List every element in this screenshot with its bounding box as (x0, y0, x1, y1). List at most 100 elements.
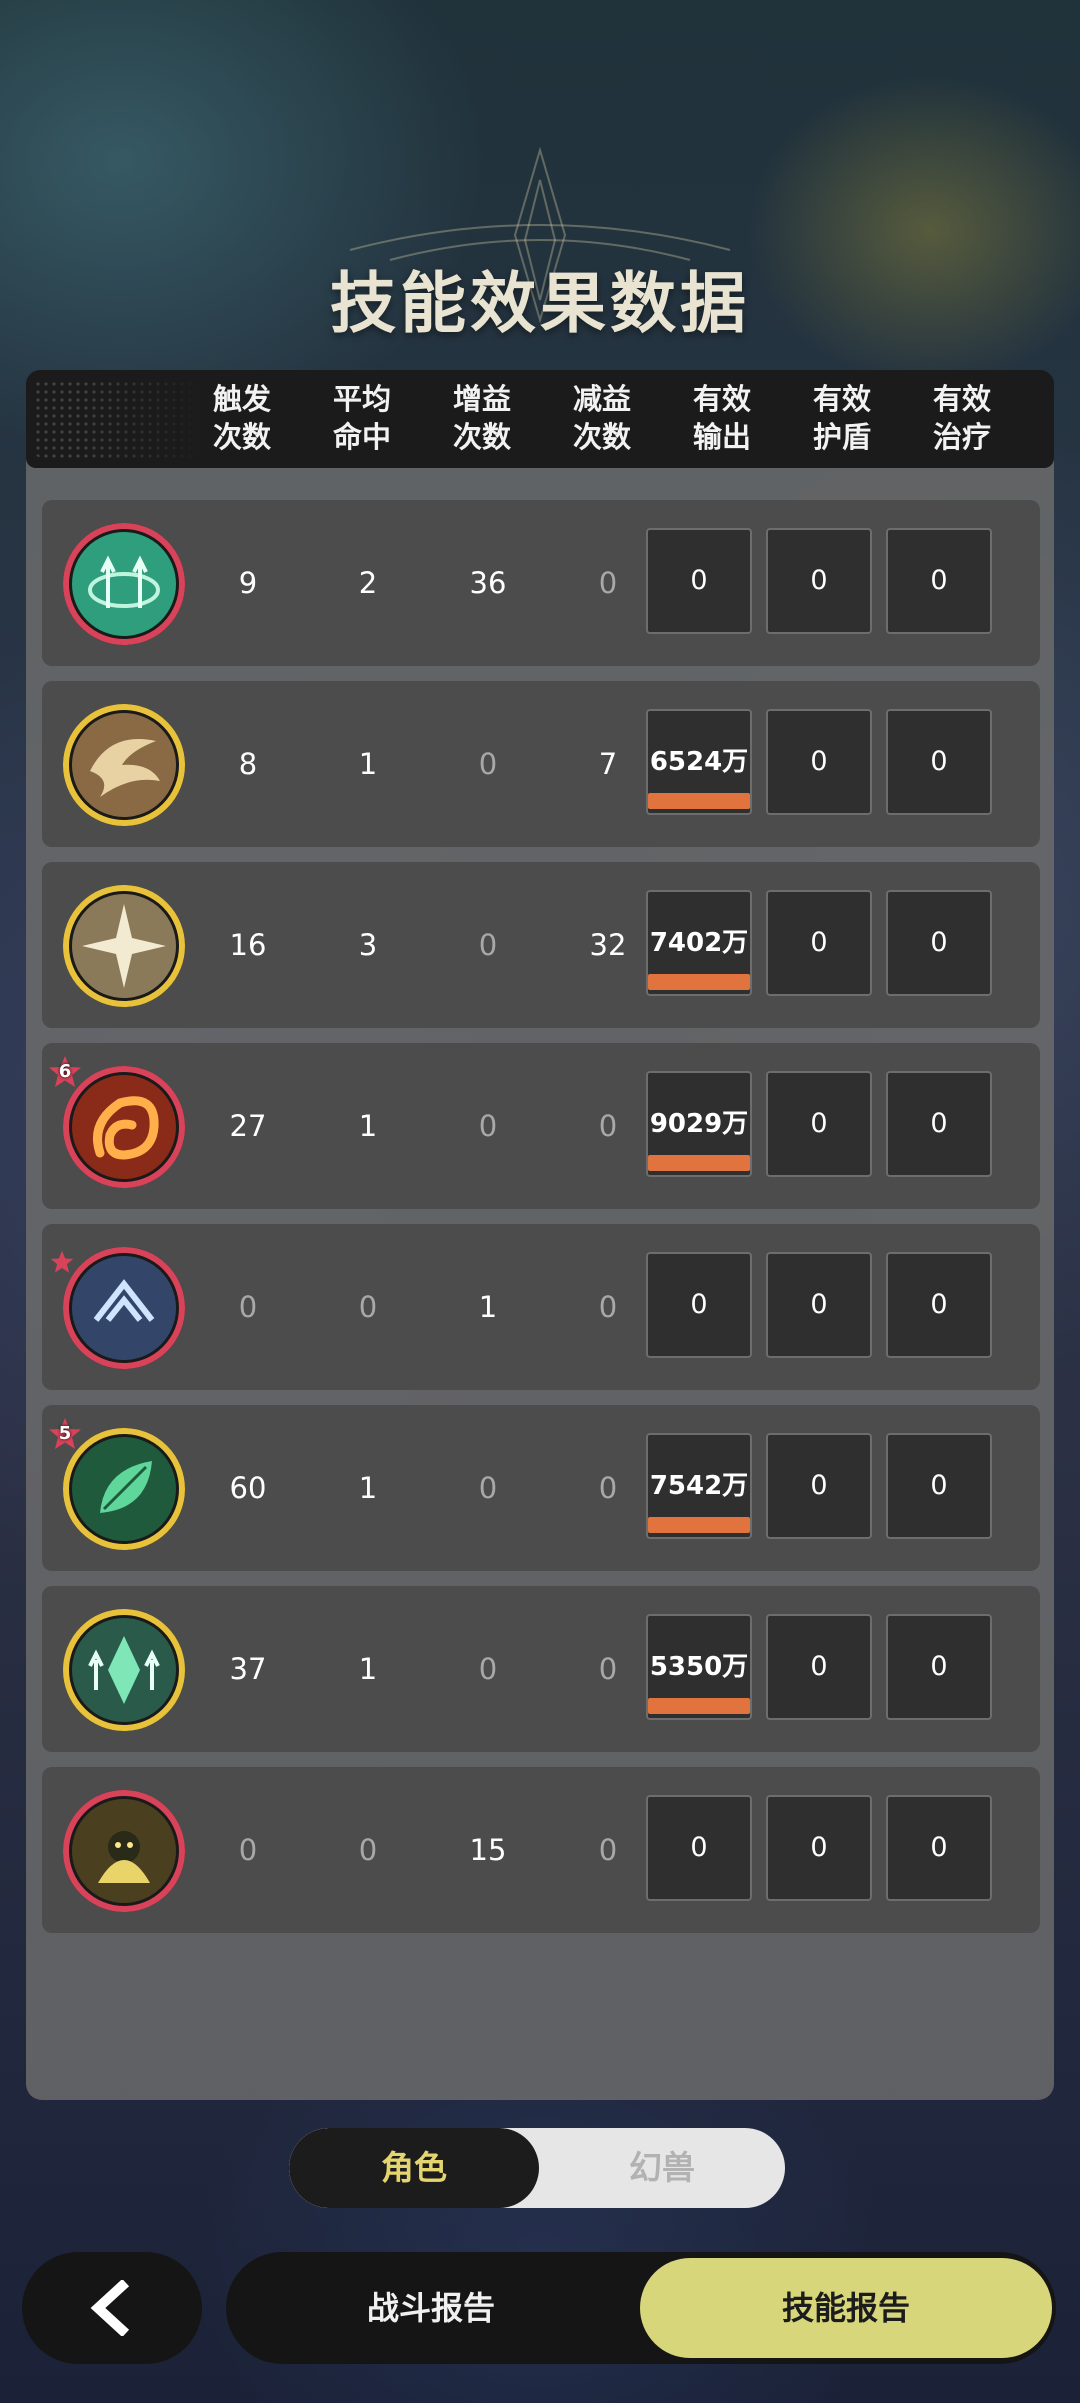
col-trigger-count: 触发 次数 (212, 382, 271, 454)
trigger-count: 37 (229, 1652, 267, 1686)
effective-heal-cell[interactable]: 0 (886, 890, 992, 996)
golden-spirit-skill-icon[interactable] (60, 1787, 188, 1915)
output-bar (648, 974, 750, 990)
effective-output-cell[interactable]: 0 (646, 528, 752, 634)
effective-heal-cell[interactable]: 0 (886, 1614, 992, 1720)
effective-heal-cell[interactable]: 0 (886, 709, 992, 815)
effective-output-cell-value: 9029万 (649, 1109, 749, 1139)
skill-row: 16 3 0 32 7402万 0 0 (42, 862, 1040, 1028)
debuff-count: 0 (598, 1471, 618, 1505)
effective-shield-cell-value: 0 (810, 1289, 828, 1320)
star-marker-icon (50, 1250, 84, 1284)
effective-heal-cell-value: 0 (930, 1651, 948, 1682)
trigger-count: 27 (229, 1109, 267, 1143)
skill-row: 0 0 1 0 0 0 0 (42, 1224, 1040, 1390)
output-bar (648, 1698, 750, 1714)
effective-shield-cell[interactable]: 0 (766, 890, 872, 996)
effective-output-cell-value: 0 (690, 565, 708, 596)
effective-shield-cell[interactable]: 0 (766, 1795, 872, 1901)
toggle-role[interactable]: 角色 (289, 2128, 539, 2208)
golden-crescent-swirl-skill-icon[interactable] (60, 701, 188, 829)
effective-heal-cell[interactable]: 0 (886, 1252, 992, 1358)
trigger-count: 16 (229, 928, 267, 962)
four-point-star-burst-skill-icon[interactable] (60, 882, 188, 1010)
debuff-count: 0 (598, 566, 618, 600)
buff-count: 0 (478, 1109, 498, 1143)
avg-hit: 1 (358, 1652, 378, 1686)
effective-heal-cell[interactable]: 0 (886, 1433, 992, 1539)
effective-output-cell[interactable]: 0 (646, 1252, 752, 1358)
output-bar (648, 793, 750, 809)
debuff-count: 0 (598, 1109, 618, 1143)
debuff-count: 32 (589, 928, 627, 962)
effective-shield-cell[interactable]: 0 (766, 1614, 872, 1720)
page-title: 技能效果数据 (330, 265, 750, 342)
effective-shield-cell-value: 0 (810, 1108, 828, 1139)
buff-count: 36 (469, 566, 507, 600)
green-spiral-arrows-skill-icon[interactable] (60, 520, 188, 648)
buff-count: 15 (469, 1833, 507, 1867)
effective-output-cell[interactable]: 7402万 (646, 890, 752, 996)
avg-hit: 3 (358, 928, 378, 962)
green-crystal-arrows-skill-icon[interactable] (60, 1606, 188, 1734)
skill-row: 37 1 0 0 5350万 0 0 (42, 1586, 1040, 1752)
debuff-count: 0 (598, 1833, 618, 1867)
output-bar (648, 1517, 750, 1533)
skill-report-tab[interactable]: 技能报告 (640, 2258, 1052, 2358)
effective-shield-cell[interactable]: 0 (766, 528, 872, 634)
effective-heal-cell-value: 0 (930, 565, 948, 596)
effective-shield-cell[interactable]: 0 (766, 1071, 872, 1177)
effective-shield-cell-value: 0 (810, 746, 828, 777)
avg-hit: 1 (358, 747, 378, 781)
effective-output-cell[interactable]: 9029万 (646, 1071, 752, 1177)
table-header: 触发 次数 平均 命中 增益 次数 减益 次数 有效 输出 有效 护盾 有效 治疗 (26, 370, 1054, 468)
header-pattern (34, 380, 204, 458)
effective-heal-cell-value: 0 (930, 1832, 948, 1863)
role-beast-toggle: 角色 幻兽 (289, 2128, 785, 2208)
star-badge-icon: 5 (48, 1417, 82, 1451)
effective-heal-cell-value: 0 (930, 1108, 948, 1139)
effective-shield-cell-value: 0 (810, 1832, 828, 1863)
trigger-count: 60 (229, 1471, 267, 1505)
effective-output-cell[interactable]: 5350万 (646, 1614, 752, 1720)
col-buff-count: 增益 次数 (452, 382, 511, 454)
col-effective-shield: 有效 护盾 (812, 382, 871, 454)
trigger-count: 9 (238, 566, 258, 600)
effective-heal-cell[interactable]: 0 (886, 1071, 992, 1177)
effective-output-cell-value: 0 (690, 1289, 708, 1320)
star-level: 6 (58, 1061, 72, 1082)
effective-shield-cell[interactable]: 0 (766, 709, 872, 815)
avg-hit: 1 (358, 1471, 378, 1505)
skill-row: 0 0 15 0 0 0 0 (42, 1767, 1040, 1933)
trigger-count: 0 (238, 1290, 258, 1324)
battle-report-tab[interactable]: 战斗报告 (226, 2252, 636, 2364)
effective-output-cell[interactable]: 6524万 (646, 709, 752, 815)
effective-shield-cell-value: 0 (810, 927, 828, 958)
skill-row: 8 1 0 7 6524万 0 0 (42, 681, 1040, 847)
effective-output-cell-value: 7402万 (649, 928, 749, 958)
effective-heal-cell-value: 0 (930, 1289, 948, 1320)
avg-hit: 1 (358, 1109, 378, 1143)
skill-row: 6 27 1 0 0 9029万 0 0 (42, 1043, 1040, 1209)
effective-output-cell[interactable]: 7542万 (646, 1433, 752, 1539)
avg-hit: 0 (358, 1833, 378, 1867)
effective-heal-cell-value: 0 (930, 927, 948, 958)
effective-shield-cell[interactable]: 0 (766, 1252, 872, 1358)
col-avg-hit: 平均 命中 (332, 382, 391, 454)
col-effective-output: 有效 输出 (692, 382, 751, 454)
star-badge-icon: 6 (48, 1055, 82, 1089)
effective-shield-cell-value: 0 (810, 1470, 828, 1501)
effective-output-cell-value: 7542万 (649, 1471, 749, 1501)
effective-heal-cell[interactable]: 0 (886, 1795, 992, 1901)
back-button[interactable] (22, 2252, 202, 2364)
effective-shield-cell[interactable]: 0 (766, 1433, 872, 1539)
trigger-count: 8 (238, 747, 258, 781)
skill-row: 5 60 1 0 0 7542万 0 0 (42, 1405, 1040, 1571)
skill-row: 9 2 36 0 0 0 0 (42, 500, 1040, 666)
toggle-beast[interactable]: 幻兽 (539, 2128, 785, 2208)
effective-heal-cell[interactable]: 0 (886, 528, 992, 634)
effective-output-cell[interactable]: 0 (646, 1795, 752, 1901)
buff-count: 0 (478, 1471, 498, 1505)
buff-count: 0 (478, 747, 498, 781)
effective-output-cell-value: 6524万 (649, 747, 749, 777)
